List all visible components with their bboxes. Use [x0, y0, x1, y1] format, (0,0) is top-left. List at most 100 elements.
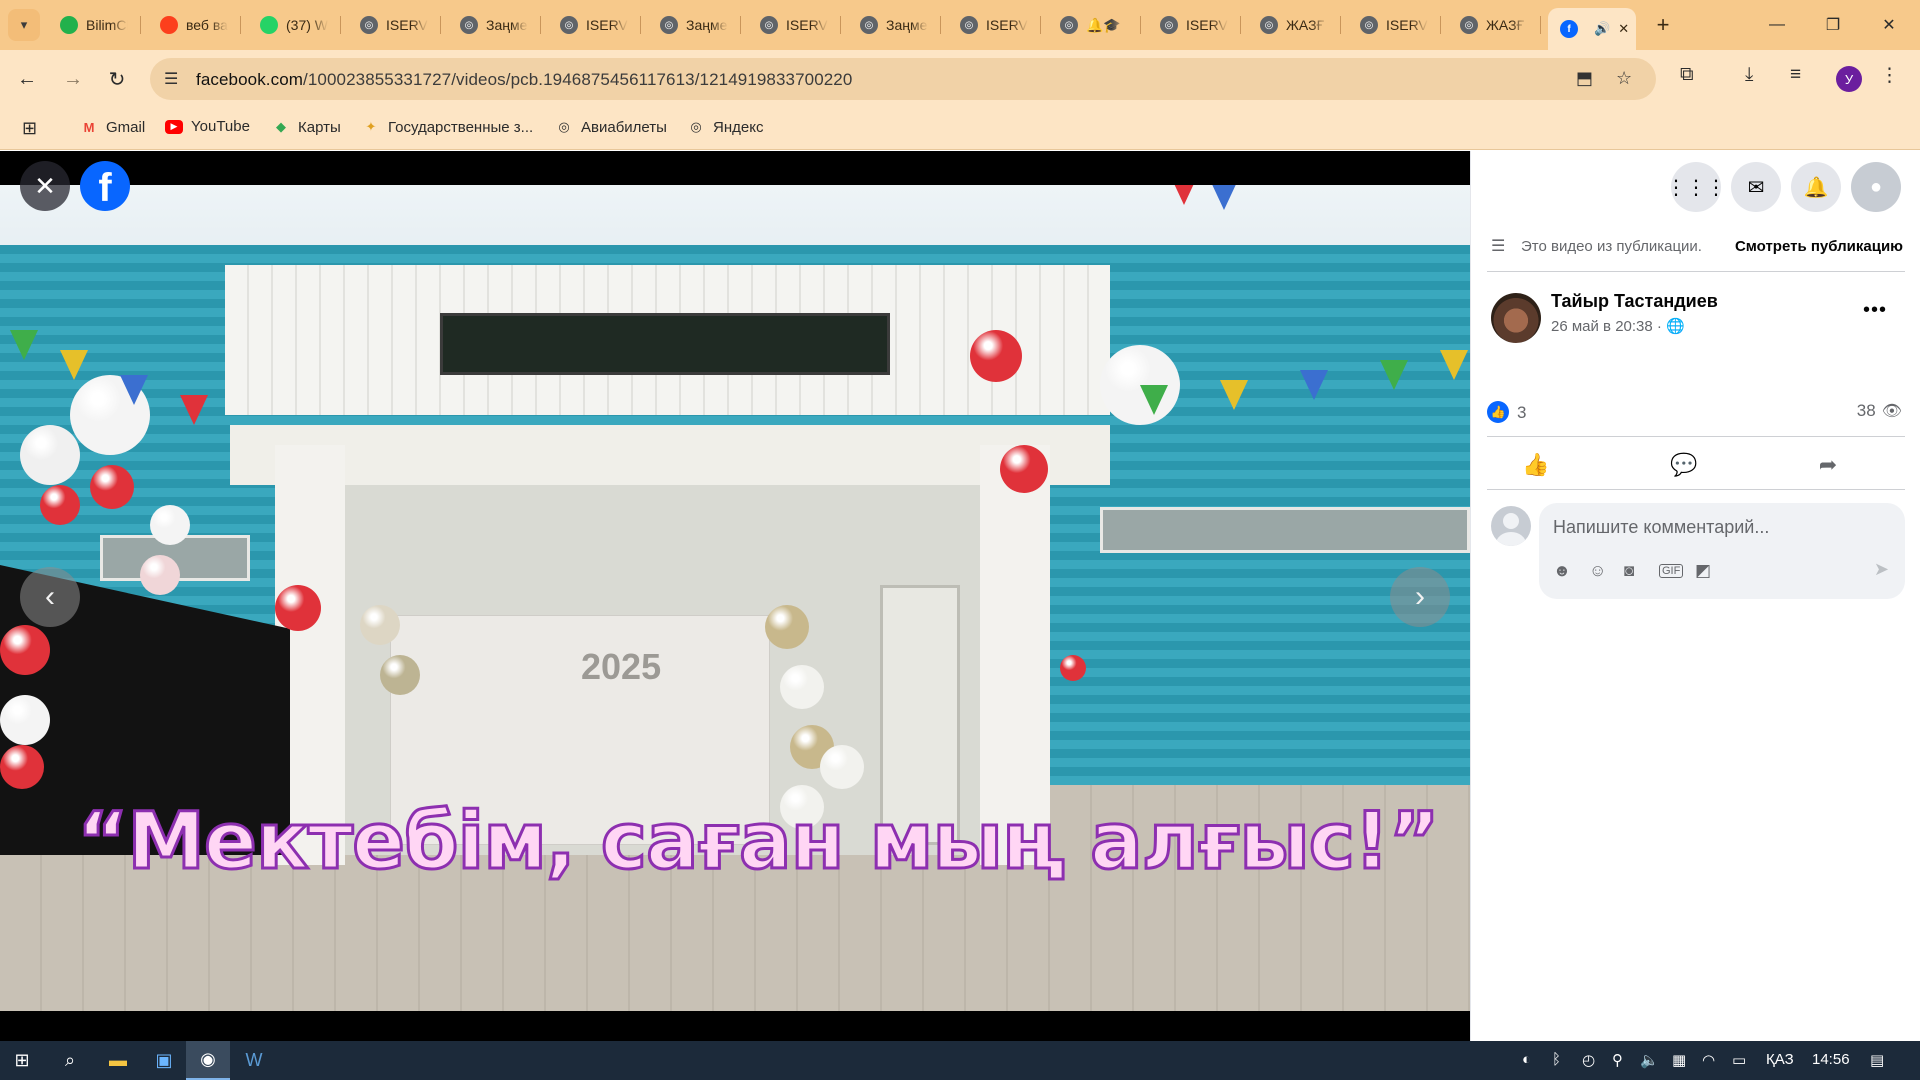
menu-grid-icon[interactable]: ⋮⋮⋮ [1666, 162, 1726, 212]
word-icon[interactable]: W [232, 1041, 276, 1080]
edge-icon[interactable]: ◐ [1522, 1051, 1531, 1068]
author-avatar[interactable] [1491, 293, 1541, 343]
address-bar[interactable]: ☰ facebook.com/100023855331727/videos/pc… [150, 58, 1656, 100]
post-timestamp[interactable]: 26 май в 20:38 · 🌐 [1551, 317, 1685, 335]
send-icon[interactable]: ➤ [1874, 559, 1889, 580]
bookmark-item[interactable]: M Gmail [80, 118, 146, 136]
messenger-icon[interactable]: ✉ [1731, 162, 1781, 212]
bookmark-item[interactable]: ◎ Авиабилеты [555, 118, 667, 136]
speaker-icon[interactable]: 🔊 [1594, 21, 1610, 37]
browser-tab[interactable]: BilimClass [48, 8, 128, 42]
browser-tab[interactable]: ◎ ISERV [748, 8, 828, 42]
tab-facebook-active[interactable]: f 🔊 ✕ [1548, 8, 1636, 50]
browser-tab[interactable]: ◎ ЖАЗҒ [1448, 8, 1528, 42]
search-icon[interactable]: ⌕ [48, 1041, 92, 1080]
browser-tab[interactable]: ◎ ISERV [1348, 8, 1428, 42]
next-media-button[interactable]: › [1390, 567, 1450, 627]
bookmark-star-icon[interactable]: ☆ [1616, 68, 1632, 89]
view-post-link[interactable]: Смотреть публикацию [1735, 238, 1903, 255]
apps-grid-icon[interactable]: ⊞ [22, 118, 37, 139]
like-button[interactable]: 👍 [1471, 447, 1601, 483]
downloads-icon[interactable]: ⤓ [1745, 64, 1753, 86]
close-window-button[interactable]: ✕ [1874, 10, 1904, 40]
tab-title: ISERV [586, 17, 628, 33]
browser-tab[interactable]: ◎ ISERV [348, 8, 428, 42]
chrome-taskbar-icon[interactable]: ◉ [186, 1041, 230, 1080]
tab-separator [540, 16, 541, 34]
battery-icon[interactable]: ▭ [1732, 1051, 1746, 1069]
scene-balloon [1000, 445, 1048, 493]
windows-start-icon[interactable]: ⊞ [0, 1041, 44, 1080]
emoji-icon[interactable]: ☺ [1589, 561, 1606, 581]
browser-tab[interactable]: ◎ ISERV [548, 8, 628, 42]
tab-search-button[interactable]: ▾ [8, 9, 40, 41]
browser-tab[interactable]: ◎ Заңмен [648, 8, 728, 42]
globe-icon: ◎ [558, 119, 570, 134]
back-button[interactable]: ← [10, 62, 44, 96]
notifications-icon[interactable]: ▤ [1870, 1051, 1884, 1069]
browser-tab[interactable]: (37) WhatsApp [248, 8, 328, 42]
sticker-icon[interactable]: ◩ [1695, 561, 1711, 581]
tab-title: Заңмен [486, 17, 528, 33]
media-control-icon[interactable]: ≡ [1790, 64, 1801, 86]
bookmark-label: Яндекс [713, 118, 764, 136]
forward-button[interactable]: → [56, 62, 90, 96]
url-text[interactable]: facebook.com/100023855331727/videos/pcb.… [196, 70, 852, 90]
view-count: 38 👁 [1856, 401, 1902, 420]
gif-icon[interactable]: GIF [1659, 564, 1684, 578]
browser-tab[interactable]: веб ватсап [148, 8, 228, 42]
comment-button[interactable]: 💬 [1619, 447, 1749, 483]
site-info-icon[interactable]: ☰ [164, 69, 178, 89]
tab-separator [640, 16, 641, 34]
notifications-bell-icon[interactable]: 🔔 [1791, 162, 1841, 212]
bookmark-item[interactable]: ◆ Карты [272, 118, 341, 136]
wifi-icon[interactable]: ◠ [1702, 1051, 1715, 1069]
comment-input[interactable]: Напишите комментарий... ☻ ☺ ◙ GIF ◩ ➤ [1539, 503, 1905, 599]
minimize-button[interactable]: — [1762, 10, 1792, 40]
like-reaction-icon[interactable]: 👍 [1487, 401, 1509, 423]
browser-tab[interactable]: ◎ ISERV [1148, 8, 1228, 42]
bookmark-item[interactable]: ✦ Государственные з... [362, 118, 534, 136]
facebook-logo-icon[interactable]: f [80, 161, 130, 211]
share-button[interactable]: ➦ [1763, 447, 1893, 483]
profile-avatar[interactable]: У [1836, 66, 1862, 92]
clock-app-icon[interactable]: ◴ [1582, 1051, 1595, 1069]
close-viewer-button[interactable]: ✕ [20, 161, 70, 211]
bookmark-item[interactable]: ◎ Яндекс [687, 118, 763, 136]
previous-media-button[interactable]: ‹ [20, 567, 80, 627]
scene-balloon [780, 665, 824, 709]
avatar-sticker-icon[interactable]: ☻ [1553, 561, 1571, 581]
install-app-icon[interactable]: ⬒ [1576, 68, 1593, 89]
restore-button[interactable]: ❐ [1818, 10, 1848, 40]
clock[interactable]: 14:56 [1812, 1051, 1850, 1068]
like-count[interactable]: 3 [1517, 403, 1526, 423]
browser-menu-icon[interactable]: ⋮ [1880, 64, 1899, 87]
new-tab-button[interactable]: + [1650, 12, 1676, 38]
browser-tab[interactable]: ◎ ЖАЗҒ [1248, 8, 1328, 42]
language-indicator[interactable]: ҚАЗ [1766, 1051, 1794, 1068]
reload-button[interactable]: ↻ [100, 62, 134, 96]
extensions-icon[interactable]: ⧉ [1680, 64, 1694, 86]
keyboard-icon[interactable]: ▦ [1672, 1051, 1686, 1069]
browser-tab[interactable]: ◎ Заңмен [848, 8, 928, 42]
browser-tab[interactable]: ◎ 🔔🎓 [1048, 8, 1128, 42]
app-window-icon[interactable]: ▣ [142, 1041, 186, 1080]
author-name[interactable]: Тайыр Тастандиев [1551, 291, 1718, 312]
commenter-avatar[interactable] [1491, 506, 1531, 546]
video-frame[interactable]: 2025 “Мектебім, саған мың алғыс!” [0, 185, 1470, 1011]
close-tab-icon[interactable]: ✕ [1618, 21, 1629, 37]
camera-icon[interactable]: ◙ [1624, 561, 1634, 581]
scene-bunting-flag [1140, 385, 1168, 415]
more-options-icon[interactable]: ••• [1863, 299, 1887, 322]
browser-tab[interactable]: ◎ Заңмен [448, 8, 528, 42]
browser-tab[interactable]: ◎ ISERV [948, 8, 1028, 42]
video-viewer[interactable]: 2025 “Мектебім, саған мың алғыс!” ✕ f ‹ … [0, 151, 1470, 1041]
account-avatar[interactable]: ● [1851, 162, 1901, 212]
tab-title: ЖАЗҒ [1286, 17, 1325, 33]
location-icon[interactable]: ⚲ [1612, 1051, 1623, 1069]
volume-icon[interactable]: 🔈 [1640, 1051, 1659, 1069]
bookmark-item[interactable]: ▶ YouTube [165, 118, 250, 135]
file-explorer-icon[interactable]: ▬ [96, 1041, 140, 1080]
bluetooth-icon[interactable]: ᛒ [1552, 1051, 1561, 1068]
tab-title: (37) WhatsApp [286, 17, 328, 33]
